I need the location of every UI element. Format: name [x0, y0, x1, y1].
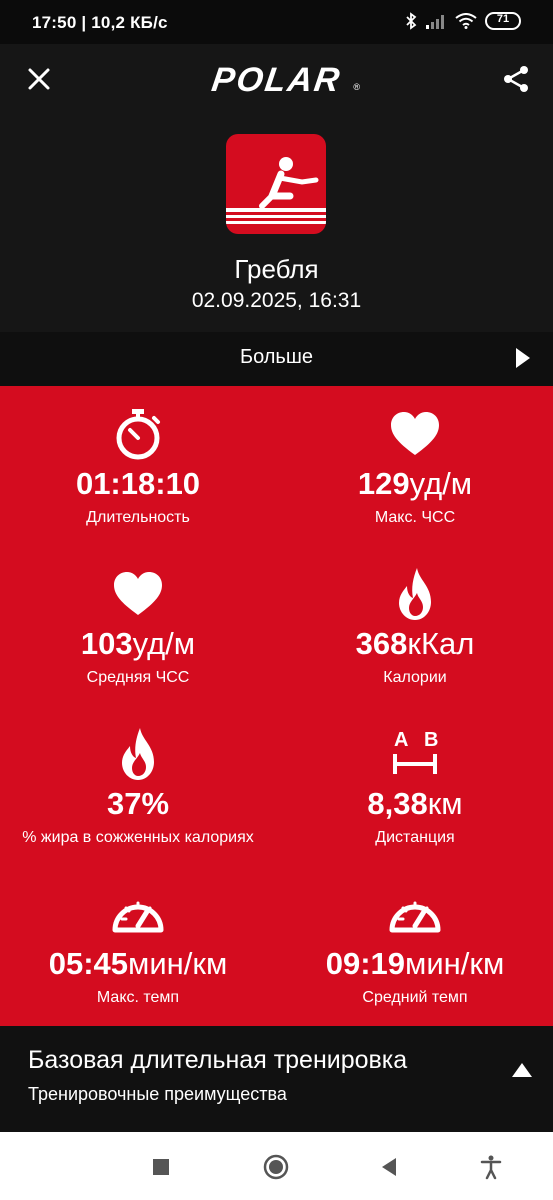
system-nav-bar — [0, 1132, 553, 1200]
flame-icon — [399, 568, 431, 620]
accessibility-icon[interactable] — [478, 1154, 504, 1180]
signal-icon — [426, 15, 444, 29]
stat-fat-percent: 37% % жира в сожженных калориях — [0, 706, 276, 866]
polar-logo: POLAR ® — [195, 61, 360, 99]
play-arrow-icon — [516, 348, 530, 368]
training-benefit-title: Базовая длительная тренировка — [28, 1046, 408, 1074]
training-benefit-subtitle: Тренировочные преимущества — [28, 1084, 287, 1104]
stat-value: 8,38км — [367, 786, 463, 821]
stat-label: Макс. темп — [96, 989, 180, 1006]
stat-avg-hr: 103уд/м Средняя ЧСС — [0, 546, 276, 706]
stat-value: 129уд/м — [357, 466, 473, 501]
stat-distance: A B 8,38км Дистанция — [277, 706, 553, 866]
stat-label: Длительность — [86, 509, 190, 526]
stats-grid: 01:18:10 Длительность 129уд/м Макс. ЧСС … — [0, 386, 553, 1026]
stat-label: Средняя ЧСС — [86, 669, 190, 686]
status-icons: 71 — [405, 12, 521, 30]
sport-name: Гребля — [234, 254, 319, 284]
stat-max-hr: 129уд/м Макс. ЧСС — [277, 386, 553, 546]
app-bar: POLAR ® — [0, 44, 553, 116]
heart-icon — [391, 412, 439, 455]
home-icon[interactable] — [263, 1154, 289, 1180]
speedometer-icon — [112, 901, 164, 933]
registered-mark: ® — [353, 82, 360, 92]
flame-icon — [122, 728, 154, 780]
stat-avg-pace: 09:19мин/км Средний темп — [277, 866, 553, 1026]
svg-text:A: A — [394, 729, 408, 751]
bluetooth-icon — [406, 12, 417, 30]
logo-text: POLAR — [209, 61, 344, 99]
svg-text:B: B — [424, 729, 438, 751]
more-label: Больше — [239, 346, 314, 368]
speedometer-icon — [389, 901, 441, 933]
stat-duration: 01:18:10 Длительность — [0, 386, 276, 546]
battery-level: 71 — [496, 13, 510, 25]
share-icon[interactable] — [499, 62, 533, 96]
training-benefit-section[interactable]: Базовая длительная тренировка Тренировоч… — [0, 1026, 553, 1132]
stat-label: Средний темп — [362, 989, 468, 1006]
stat-value: 368кКал — [355, 626, 475, 661]
stat-value: 05:45мин/км — [48, 946, 228, 981]
more-button[interactable]: Больше — [0, 332, 553, 386]
stat-value: 103уд/м — [80, 626, 196, 661]
stat-value: 01:18:10 — [75, 466, 201, 501]
close-icon[interactable] — [22, 62, 56, 96]
session-header: Гребля 02.09.2025, 16:31 — [0, 116, 553, 332]
stat-calories: 368кКал Калории — [277, 546, 553, 706]
wifi-icon — [455, 13, 477, 29]
stat-max-pace: 05:45мин/км Макс. темп — [0, 866, 276, 1026]
distance-ab-icon: A B — [393, 729, 438, 774]
back-icon[interactable] — [376, 1154, 402, 1180]
recents-icon[interactable] — [148, 1154, 174, 1180]
session-datetime: 02.09.2025, 16:31 — [191, 289, 362, 312]
chevron-up-icon[interactable] — [511, 1062, 533, 1078]
stat-label: Дистанция — [375, 829, 455, 846]
stat-value: 37% — [106, 786, 170, 821]
stat-value: 09:19мин/км — [325, 946, 505, 981]
stat-label: % жира в сожженных калориях — [22, 829, 254, 846]
heart-icon — [114, 572, 162, 615]
rowing-icon — [226, 134, 326, 234]
stopwatch-icon — [116, 409, 160, 460]
status-bar: 17:50 | 10,2 КБ/с 71 — [0, 0, 553, 44]
battery-icon: 71 — [485, 12, 521, 30]
stat-label: Калории — [383, 669, 447, 686]
stat-label: Макс. ЧСС — [374, 509, 456, 526]
status-time-speed: 17:50 | 10,2 КБ/с — [32, 13, 168, 32]
